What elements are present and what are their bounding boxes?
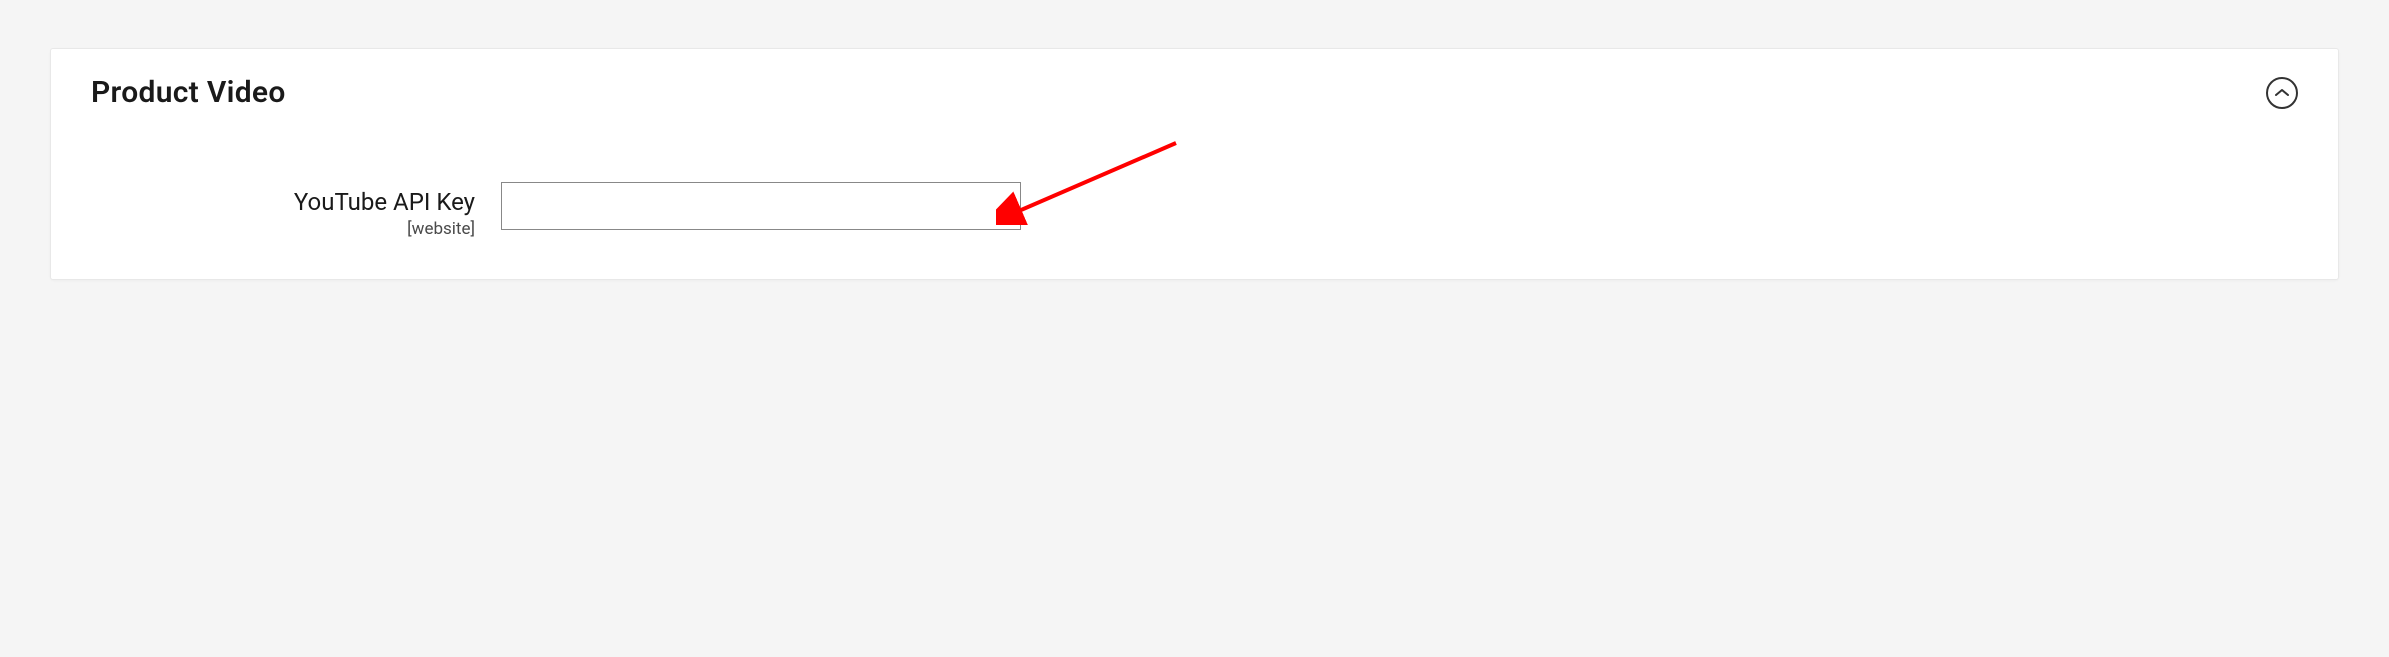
panel-title: Product Video (91, 75, 286, 110)
input-column (501, 182, 1021, 230)
field-scope: [website] (91, 219, 475, 239)
panel-header: Product Video (91, 75, 2298, 110)
youtube-api-key-input[interactable] (501, 182, 1021, 230)
youtube-api-key-row: YouTube API Key [website] (91, 182, 2298, 239)
label-column: YouTube API Key [website] (91, 182, 501, 239)
collapse-toggle[interactable] (2266, 77, 2298, 109)
youtube-api-key-label: YouTube API Key (91, 188, 475, 217)
product-video-panel: Product Video YouTube API Key [website] (50, 48, 2339, 280)
chevron-up-icon (2275, 88, 2289, 98)
